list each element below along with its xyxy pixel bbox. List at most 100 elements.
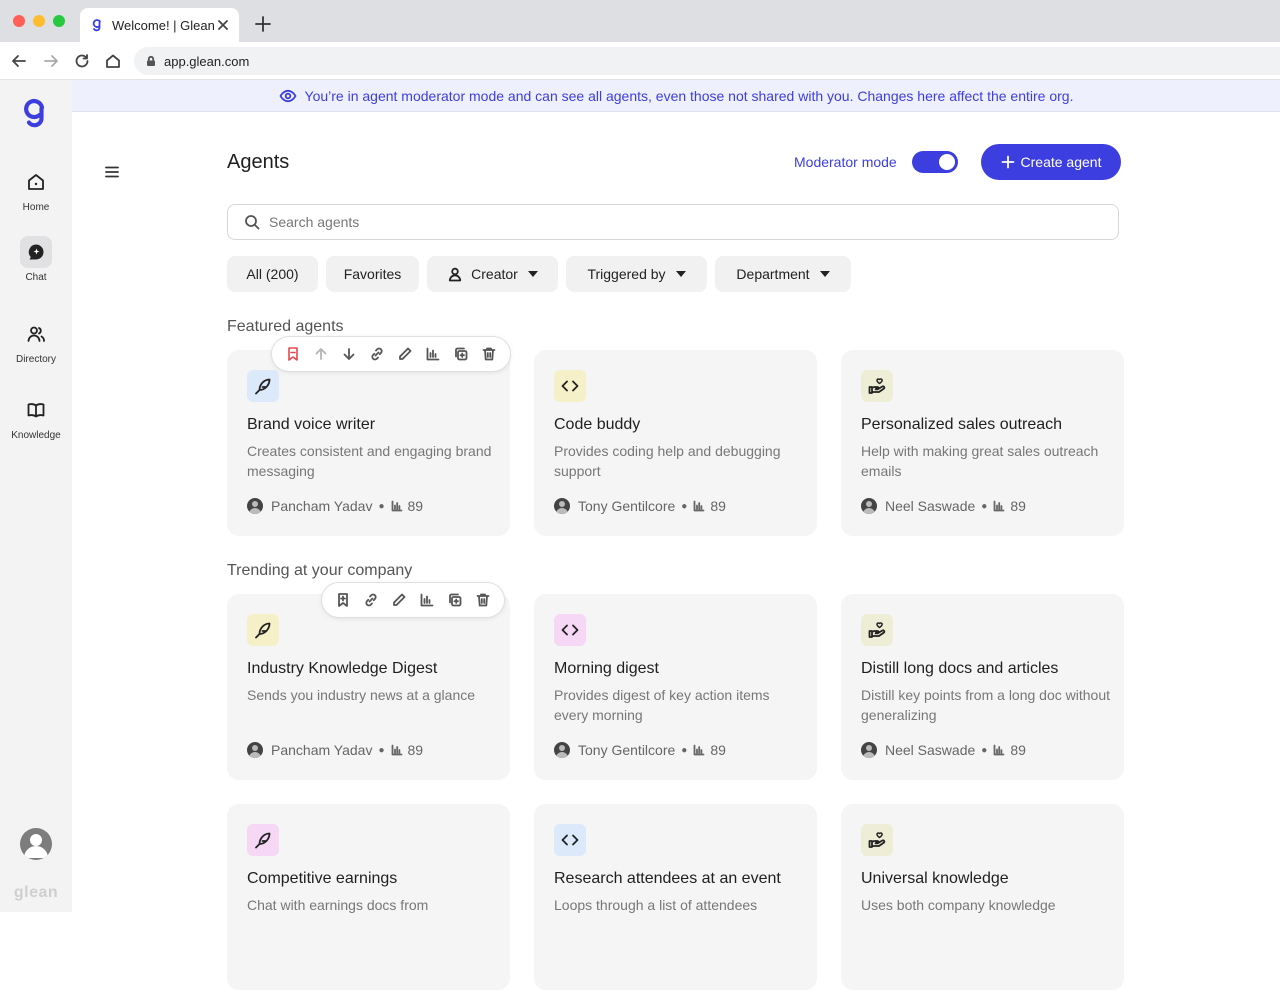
edit-button[interactable]	[385, 586, 413, 614]
link-icon	[365, 593, 377, 607]
close-window-button[interactable]	[13, 15, 25, 27]
usage-chart-icon	[391, 744, 402, 756]
agent-card[interactable]: Distill long docs and articles Distill ke…	[841, 594, 1124, 780]
plus-icon	[1001, 155, 1014, 169]
people-icon	[20, 318, 52, 350]
close-tab-icon[interactable]	[217, 19, 229, 31]
feather-icon	[247, 824, 279, 856]
trash-icon	[476, 593, 490, 607]
agent-description: Distill key points from a long doc witho…	[861, 687, 1110, 723]
minimize-window-button[interactable]	[33, 15, 45, 27]
agent-description: Provides digest of key action items ever…	[554, 687, 770, 723]
bookmark-remove-icon	[288, 347, 298, 361]
usage-count: 89	[1010, 742, 1026, 758]
new-tab-icon[interactable]	[254, 15, 272, 33]
agent-card[interactable]: Research attendees at an event Loops thro…	[534, 804, 817, 990]
agent-description: Uses both company knowledge	[861, 897, 1056, 913]
agent-description: Creates consistent and engaging brand me…	[247, 443, 492, 479]
duplicate-icon	[455, 347, 468, 361]
agent-name: Universal knowledge	[861, 870, 1009, 887]
filter-triggered-by[interactable]: Triggered by	[566, 256, 707, 292]
agent-meta: Pancham Yadav ● 89	[247, 498, 423, 514]
usage-chart-icon	[993, 500, 1005, 512]
link-icon	[371, 347, 383, 361]
copy-link-button[interactable]	[357, 586, 385, 614]
unfeature-button[interactable]	[279, 340, 307, 368]
agent-meta: Tony Gentilcore ● 89	[554, 742, 726, 758]
copy-link-button[interactable]	[363, 340, 391, 368]
delete-button[interactable]	[469, 586, 497, 614]
sidebar-item-home[interactable]: Home	[0, 166, 72, 213]
insights-button[interactable]	[413, 586, 441, 614]
sidebar-item-label: Directory	[15, 354, 56, 365]
agent-card[interactable]: Universal knowledge Uses both company kno…	[841, 804, 1124, 990]
edit-button[interactable]	[391, 340, 419, 368]
sidebar-item-label: Chat	[25, 272, 47, 283]
back-arrow-icon[interactable]	[11, 53, 27, 69]
featured-card-actions	[271, 336, 511, 372]
glean-wordmark: glean	[13, 884, 59, 901]
duplicate-button[interactable]	[447, 340, 475, 368]
filter-all[interactable]: All (200)	[227, 256, 318, 292]
filter-creator[interactable]: Creator	[427, 256, 558, 292]
separator-dot: ●	[681, 500, 688, 512]
moderator-mode-label: Moderator mode	[794, 154, 897, 170]
usage-chart-icon	[693, 744, 705, 756]
browser-toolbar: app.glean.com	[0, 42, 1280, 80]
agent-meta: Pancham Yadav ● 89	[247, 742, 423, 758]
feather-icon	[247, 370, 279, 402]
delete-button[interactable]	[475, 340, 503, 368]
author-name: Neel Saswade	[885, 498, 976, 514]
sidebar-item-directory[interactable]: Directory	[0, 318, 72, 365]
glean-logo-icon[interactable]	[23, 98, 49, 128]
feature-button[interactable]	[329, 586, 357, 614]
filter-favorites[interactable]: Favorites	[326, 256, 419, 292]
author-avatar	[247, 742, 263, 758]
bookmark-add-icon	[338, 593, 348, 607]
url-text: app.glean.com	[164, 53, 250, 69]
agent-card[interactable]: Competitive earnings Chat with earnings d…	[227, 804, 510, 990]
filter-label: All (200)	[246, 266, 299, 282]
agent-description: Provides coding help and debugging suppo…	[554, 443, 781, 479]
moderator-mode-toggle[interactable]	[912, 151, 958, 173]
usage-chart-icon	[693, 500, 705, 512]
duplicate-button[interactable]	[441, 586, 469, 614]
author-avatar	[861, 498, 877, 514]
search-input[interactable]: Search agents	[227, 204, 1119, 240]
menu-icon[interactable]	[104, 164, 120, 180]
move-up-button[interactable]	[307, 340, 335, 368]
arrow-up-icon	[315, 348, 327, 360]
forward-arrow-icon[interactable]	[43, 53, 59, 69]
hand-heart-icon	[861, 614, 893, 646]
sidebar-item-label: Home	[22, 202, 50, 213]
search-placeholder: Search agents	[269, 214, 360, 230]
agent-name: Morning digest	[554, 660, 659, 677]
filter-department[interactable]: Department	[715, 256, 851, 292]
feather-icon	[247, 614, 279, 646]
section-title-trending: Trending at your company	[227, 562, 413, 579]
move-down-button[interactable]	[335, 340, 363, 368]
agent-card[interactable]: Morning digest Provides digest of key act…	[534, 594, 817, 780]
home-page-icon[interactable]	[105, 53, 121, 69]
tab-title: Welcome! | Glean	[112, 17, 215, 33]
agent-card[interactable]: Personalized sales outreach Help with mak…	[841, 350, 1124, 536]
sidebar-item-knowledge[interactable]: Knowledge	[0, 394, 72, 441]
reload-icon[interactable]	[74, 53, 90, 69]
agent-name: Research attendees at an event	[554, 870, 781, 887]
usage-count: 89	[407, 742, 424, 758]
maximize-window-button[interactable]	[53, 15, 65, 27]
user-avatar[interactable]	[20, 828, 52, 860]
home-icon	[20, 166, 52, 198]
filter-label: Department	[736, 266, 810, 282]
book-icon	[20, 394, 52, 426]
agent-card[interactable]: Code buddy Provides coding help and debug…	[534, 350, 817, 536]
create-agent-button[interactable]: Create agent	[981, 144, 1121, 180]
address-bar[interactable]: app.glean.com	[134, 47, 1280, 75]
agent-card[interactable]: Brand voice writer Creates consistent and…	[227, 350, 510, 536]
insights-button[interactable]	[419, 340, 447, 368]
usage-chart-icon	[391, 500, 402, 512]
sidebar-item-chat[interactable]: Chat	[0, 236, 72, 283]
browser-tab[interactable]: Welcome! | Glean	[80, 8, 239, 42]
agent-meta: Neel Saswade ● 89	[861, 742, 1026, 758]
agent-card[interactable]: Industry Knowledge Digest Sends you indus…	[227, 594, 510, 780]
